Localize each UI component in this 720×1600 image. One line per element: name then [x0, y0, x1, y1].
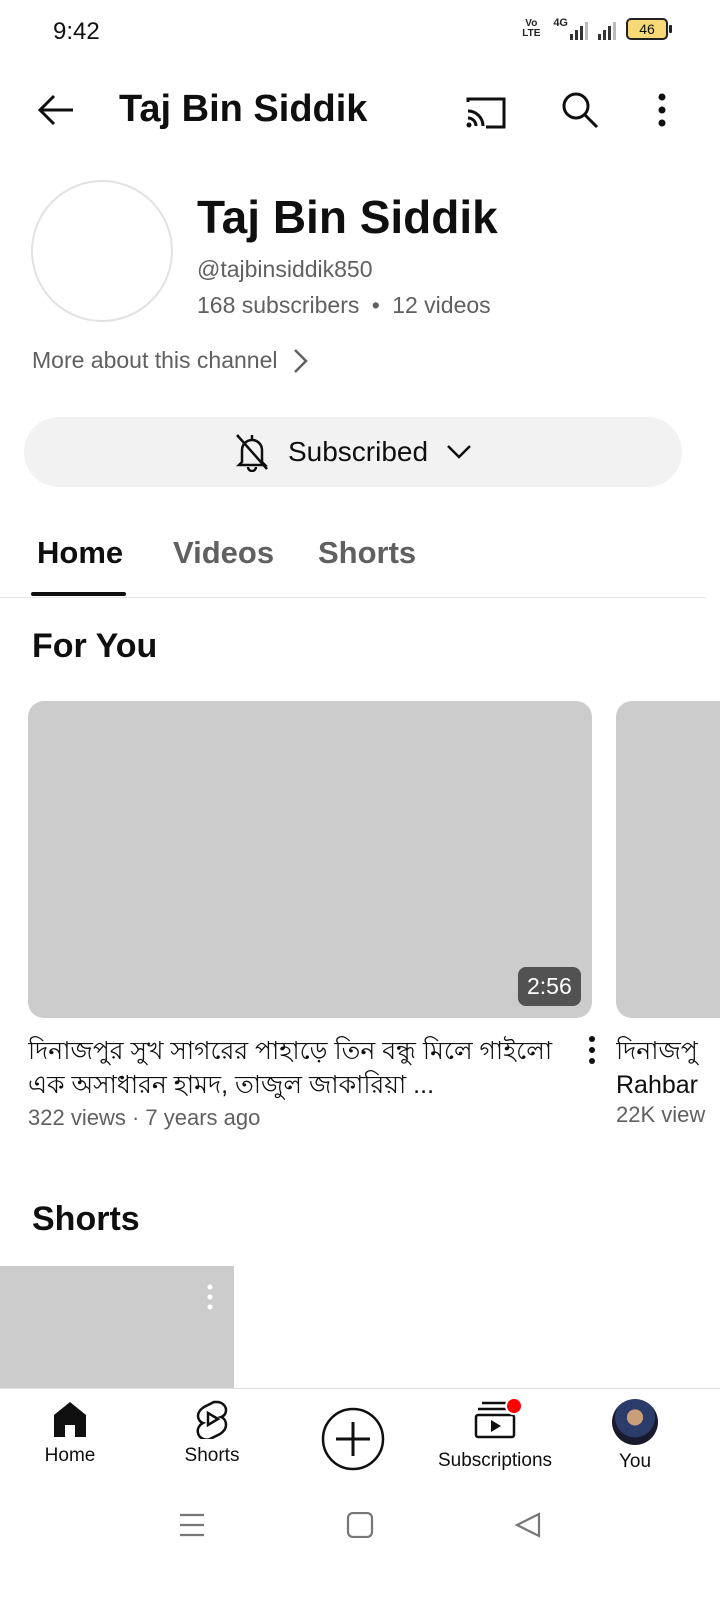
shorts-icon: [196, 1400, 228, 1439]
channel-handle: @tajbinsiddik850: [197, 256, 373, 282]
nav-subscriptions-label: Subscriptions: [437, 1450, 553, 1471]
video-duration-badge: 2:56: [518, 967, 581, 1006]
tab-home[interactable]: Home: [37, 535, 123, 571]
active-tab-indicator: [31, 592, 126, 596]
network-signal-icon: 4G: [553, 18, 588, 40]
notification-dot: [505, 1397, 523, 1415]
system-navigation-bar: [0, 1490, 720, 1600]
create-icon: [321, 1407, 385, 1471]
nav-home-label: Home: [44, 1445, 96, 1466]
page-title: Taj Bin Siddik: [119, 88, 368, 130]
more-about-label: More about this channel: [32, 347, 278, 373]
more-vert-icon: [658, 93, 666, 127]
nav-you[interactable]: You: [600, 1389, 670, 1489]
nav-subscriptions[interactable]: Subscriptions: [430, 1389, 560, 1489]
shorts-heading: Shorts: [32, 1200, 140, 1238]
search-button[interactable]: [554, 84, 606, 136]
nav-create[interactable]: [318, 1389, 388, 1489]
more-vert-icon: [589, 1036, 595, 1064]
home-icon: [54, 1402, 86, 1437]
channel-name: Taj Bin Siddik: [197, 191, 498, 243]
chevron-down-icon: [447, 445, 471, 459]
nav-you-label: You: [618, 1451, 652, 1472]
status-icons: Vo LTE 4G 46: [519, 18, 672, 40]
nav-shorts-label: Shorts: [184, 1445, 240, 1466]
channel-stats: 168 subscribers • 12 videos: [197, 292, 491, 319]
video-thumbnail[interactable]: [616, 701, 720, 1018]
stats-separator: •: [371, 292, 380, 318]
status-time: 9:42: [53, 18, 100, 45]
network-type-label: 4G: [553, 17, 568, 29]
video-count: 12 videos: [392, 292, 491, 318]
for-you-heading: For You: [32, 627, 158, 665]
video-thumbnail[interactable]: [28, 701, 592, 1018]
back-nav-icon[interactable]: [514, 1512, 542, 1538]
back-button[interactable]: [30, 84, 82, 136]
video-title[interactable]: দিনাজপুর সুখ সাগরের পাহাড়ে তিন বন্ধু মি…: [28, 1034, 568, 1102]
short-options-button[interactable]: [198, 1284, 222, 1316]
nav-shorts[interactable]: Shorts: [172, 1389, 252, 1489]
more-vert-icon: [207, 1284, 213, 1310]
bottom-navigation: Home Shorts Subscriptions You: [0, 1388, 720, 1489]
video-options-button[interactable]: [580, 1036, 604, 1070]
video-title[interactable]: দিনাজপু Rahbar: [616, 1034, 720, 1102]
bell-off-icon: [235, 434, 268, 472]
nav-home[interactable]: Home: [30, 1389, 110, 1489]
signal-icon: [598, 18, 616, 40]
video-meta: 322 views · 7 years ago: [28, 1105, 261, 1130]
recents-icon[interactable]: [178, 1512, 206, 1538]
subscriber-count: 168 subscribers: [197, 292, 360, 318]
volte-label: Vo LTE: [522, 18, 541, 39]
search-icon: [562, 92, 599, 129]
cast-icon: [466, 97, 506, 129]
video-meta: 22K view: [616, 1102, 706, 1127]
channel-avatar[interactable]: [31, 180, 173, 322]
cast-button[interactable]: [460, 86, 512, 138]
more-options-button[interactable]: [640, 84, 684, 136]
chevron-right-icon: [293, 348, 308, 373]
more-about-channel-link[interactable]: More about this channel: [32, 347, 308, 374]
subscribed-button[interactable]: Subscribed: [24, 417, 682, 487]
back-arrow-icon: [37, 94, 73, 126]
channel-tabs: Home Videos Shorts: [0, 525, 706, 598]
tab-shorts[interactable]: Shorts: [318, 535, 416, 571]
battery-icon: 46: [626, 18, 672, 40]
tab-videos[interactable]: Videos: [173, 535, 274, 571]
subscribed-label: Subscribed: [287, 436, 429, 467]
avatar: [612, 1399, 658, 1445]
home-button-icon[interactable]: [346, 1512, 374, 1538]
